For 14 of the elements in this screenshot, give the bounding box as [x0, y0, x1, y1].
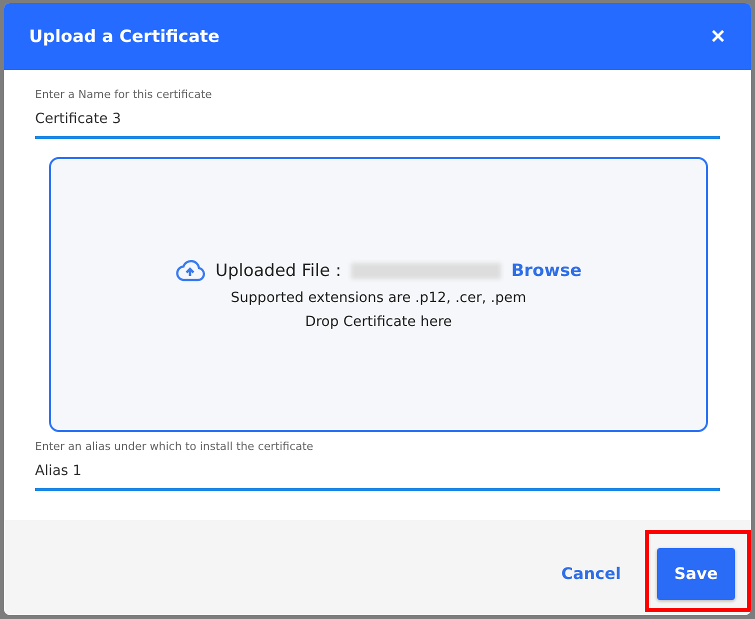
alias-field[interactable]: Alias 1	[35, 453, 720, 491]
uploaded-file-label: Uploaded File :	[215, 260, 342, 280]
drop-zone[interactable]: Uploaded File : Browse Supported extensions are .p12, .cer, .pem Drop Certificate here	[49, 157, 708, 432]
extensions-text: Supported extensions are .p12, .cer, .pem	[230, 290, 526, 306]
save-button[interactable]: Save	[657, 548, 735, 600]
cancel-button[interactable]: Cancel	[559, 560, 623, 587]
close-button[interactable]: ×	[706, 24, 729, 48]
dialog-title: Upload a Certificate	[29, 26, 220, 46]
name-field[interactable]: Certificate 3	[35, 101, 720, 139]
browse-link[interactable]: Browse	[511, 260, 582, 280]
field-label: Enter an alias under which to install the certificate	[35, 440, 314, 453]
cloud-upload-icon	[175, 260, 206, 282]
field-label: Enter a Name for this certificate	[35, 88, 213, 101]
drop-hint: Drop Certificate here	[305, 314, 452, 330]
